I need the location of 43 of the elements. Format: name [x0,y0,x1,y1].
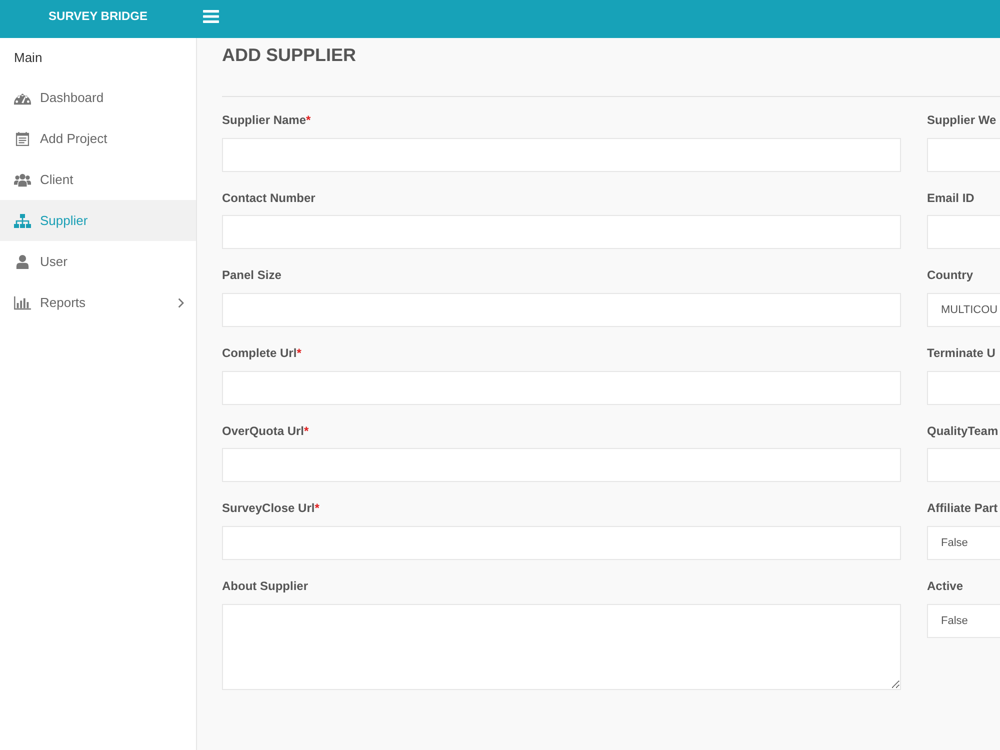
field-label: Email ID [927,190,974,207]
field-label: Contact Number [222,190,316,207]
field-label: Supplier We [927,112,996,129]
user-icon [14,254,31,268]
field-label: Terminate U [927,345,996,362]
nav-item[interactable]: User [0,241,196,282]
input-field[interactable] [222,292,901,327]
input-field[interactable] [927,138,1000,172]
field-label: About Supplier [222,578,308,596]
field-label: Panel Size [222,267,282,284]
input-field[interactable] [222,138,901,172]
input-field[interactable] [927,448,1000,482]
nav-item[interactable]: Add Project [0,118,196,159]
input-field[interactable] [222,526,901,560]
input-field[interactable] [222,215,901,250]
brand-name: SURVEY BRIDGE [48,9,148,23]
field-label: Country [927,267,973,284]
field-label: QualityTeam [927,422,998,440]
bar-chart-icon [14,296,31,310]
field-label: Affiliate Part [927,500,998,518]
input-field[interactable] [927,215,1000,250]
sidebar-heading: Main [14,50,42,66]
textarea-field[interactable] [222,604,901,690]
page-title: ADD SUPPLIER [222,44,356,66]
field-label: Active [927,578,964,596]
nav-item[interactable]: Reports [0,282,196,323]
field-label: Supplier Name* [222,112,311,129]
field-label: SurveyClose Url* [222,500,320,518]
nav-item[interactable]: Client [0,159,196,200]
input-field[interactable] [927,370,1000,405]
menu-button[interactable] [203,10,219,22]
input-field[interactable] [222,448,901,482]
select-field[interactable]: False [927,604,1000,638]
menu-icon [203,10,219,22]
nav-item[interactable]: Dashboard [0,77,196,118]
input-field[interactable] [222,370,901,405]
select-field[interactable]: False [927,526,1000,560]
users-icon [14,172,31,186]
sitemap-icon [14,214,31,228]
field-label: Complete Url* [222,345,302,362]
field-label: OverQuota Url* [222,422,309,440]
select-field[interactable]: MULTICOU [927,292,1000,327]
document-icon [14,132,31,146]
